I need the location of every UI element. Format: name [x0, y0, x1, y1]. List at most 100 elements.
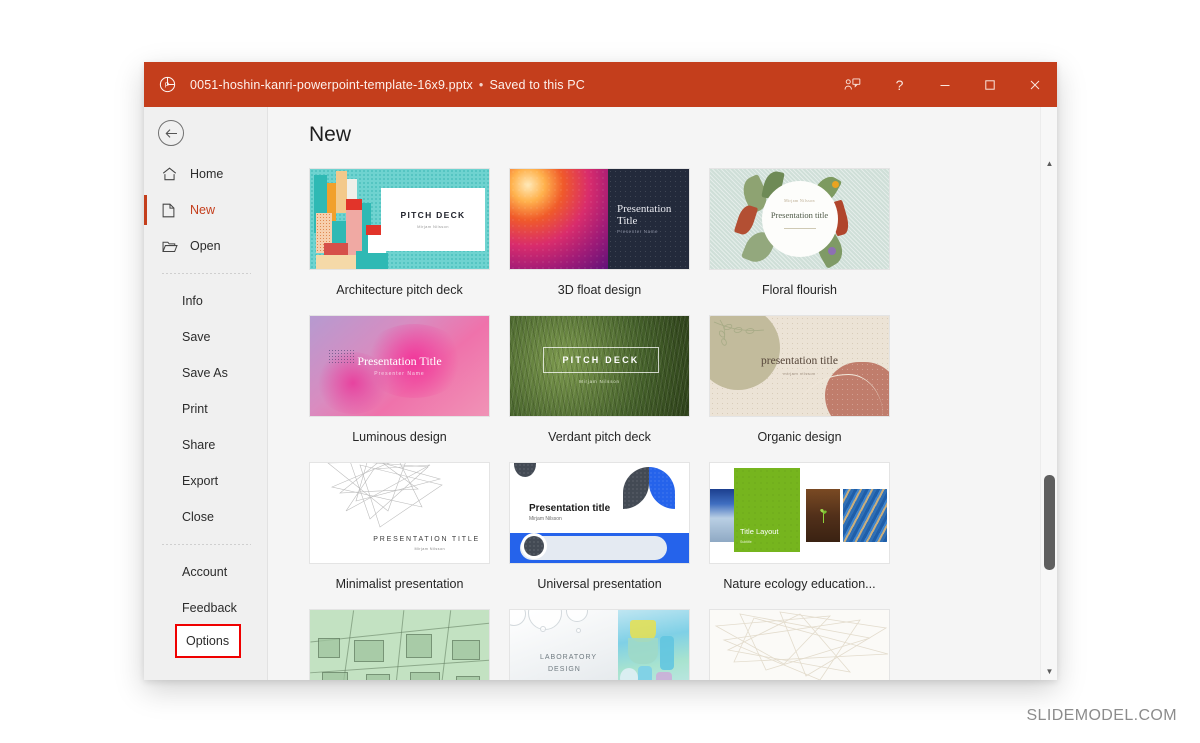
sidebar-item-feedback[interactable]: Feedback: [144, 590, 267, 626]
sidebar-item-print[interactable]: Print: [144, 391, 267, 427]
sidebar-divider-one: [162, 273, 251, 274]
sidebar-item-save[interactable]: Save: [144, 319, 267, 355]
sidebar-item-share-label: Share: [182, 438, 215, 452]
slide-title-line1: LABORATORY: [540, 654, 597, 661]
watermark: SLIDEMODEL.COM: [1026, 707, 1177, 725]
slide-title: Presentation Title: [617, 203, 689, 227]
powerpoint-logo-icon: P: [144, 62, 190, 107]
sidebar-item-home[interactable]: Home: [144, 156, 267, 192]
sidebar-item-close-label: Close: [182, 510, 214, 524]
template-thumbnail-luminous[interactable]: Presentation Title Presenter Name: [309, 315, 490, 417]
sidebar-item-info[interactable]: Info: [144, 283, 267, 319]
slide-title: Presentation Title: [310, 354, 489, 369]
svg-text:P: P: [164, 82, 169, 90]
slide-title: Title Layout: [740, 527, 779, 536]
template-card[interactable]: Presentation Title Presenter Name 3D flo…: [509, 168, 690, 315]
window-controls: ?: [827, 62, 1057, 107]
template-thumbnail-faint-lineart[interactable]: [709, 609, 890, 680]
template-thumbnail-minimalist[interactable]: PRESENTATION TITLE Mirjam Nilsson: [309, 462, 490, 564]
sidebar-divider-two: [162, 544, 251, 545]
template-thumbnail-organic[interactable]: presentation title mirjam nilsson: [709, 315, 890, 417]
scroll-down-arrow-icon[interactable]: ▼: [1041, 663, 1057, 680]
scroll-down-label: ▼: [1046, 667, 1054, 676]
sidebar-item-info-label: Info: [182, 294, 203, 308]
template-card[interactable]: PITCH DECK Mirjam Nilsson Verdant pitch …: [509, 315, 690, 462]
sidebar-item-new[interactable]: New: [144, 192, 267, 228]
slide-title: PRESENTATION TITLE: [373, 536, 480, 543]
vertical-scrollbar[interactable]: ▲ ▼: [1040, 107, 1057, 680]
template-thumbnail-verdant[interactable]: PITCH DECK Mirjam Nilsson: [509, 315, 690, 417]
template-card[interactable]: PITCH DECK Mirjam Nilsson Architecture p…: [309, 168, 490, 315]
template-card[interactable]: Presentation title Mirjam Nilsson Univer…: [509, 462, 690, 609]
new-document-icon: [162, 202, 182, 218]
slide-subtitle: Mirjam Nilsson: [762, 198, 838, 203]
template-grid: PITCH DECK Mirjam Nilsson Architecture p…: [309, 168, 1029, 680]
slide-subtitle: Mirjam Nilsson: [510, 379, 689, 384]
template-thumbnail-nature-ecology[interactable]: Title Layout Subtitle: [709, 462, 890, 564]
template-card[interactable]: presentation title mirjam nilsson Organi…: [709, 315, 890, 462]
slide-subtitle: Presenter Name: [310, 371, 489, 377]
slide-title: presentation title: [710, 355, 889, 367]
template-card[interactable]: Title Layout Subtitle Nature ecology edu…: [709, 462, 890, 609]
save-status: Saved to this PC: [489, 78, 585, 92]
template-name: Architecture pitch deck: [309, 283, 490, 297]
sidebar-item-options-label: Options: [186, 634, 229, 648]
template-card[interactable]: [709, 609, 890, 680]
back-arrow-icon[interactable]: [158, 120, 184, 146]
template-thumbnail-aerial-map[interactable]: [309, 609, 490, 680]
template-thumbnail-3d-float[interactable]: Presentation Title Presenter Name: [509, 168, 690, 270]
slide-subtitle: Subtitle: [740, 540, 752, 544]
sidebar-item-home-label: Home: [190, 167, 223, 181]
template-card[interactable]: LABORATORY DESIGN: [509, 609, 690, 680]
scroll-up-arrow-icon[interactable]: ▲: [1041, 155, 1057, 172]
template-thumbnail-floral[interactable]: Mirjam Nilsson Presentation title: [709, 168, 890, 270]
sidebar-item-account[interactable]: Account: [144, 554, 267, 590]
help-question-icon[interactable]: ?: [877, 62, 922, 107]
title-separator: •: [479, 78, 484, 92]
minimize-icon[interactable]: [922, 62, 967, 107]
scrollbar-thumb[interactable]: [1044, 475, 1055, 570]
sidebar-item-save-as[interactable]: Save As: [144, 355, 267, 391]
powerpoint-window: P 0051-hoshin-kanri-powerpoint-template-…: [144, 62, 1057, 680]
template-card[interactable]: Presentation Title Presenter Name Lumino…: [309, 315, 490, 462]
template-card[interactable]: [309, 609, 490, 680]
template-card[interactable]: Mirjam Nilsson Presentation title Floral…: [709, 168, 890, 315]
template-name: 3D float design: [509, 283, 690, 297]
sidebar-item-close[interactable]: Close: [144, 499, 267, 535]
sidebar-item-options[interactable]: Options: [177, 626, 239, 656]
title-bar: P 0051-hoshin-kanri-powerpoint-template-…: [144, 62, 1057, 107]
sidebar-item-export-label: Export: [182, 474, 218, 488]
sidebar-item-new-label: New: [190, 203, 215, 217]
template-thumbnail-laboratory[interactable]: LABORATORY DESIGN: [509, 609, 690, 680]
slide-title: Presentation title: [529, 503, 610, 514]
sidebar-item-account-label: Account: [182, 565, 227, 579]
screenshot-root: P 0051-hoshin-kanri-powerpoint-template-…: [0, 0, 1200, 743]
template-thumbnail-architecture[interactable]: PITCH DECK Mirjam Nilsson: [309, 168, 490, 270]
template-name: Minimalist presentation: [309, 577, 490, 591]
sidebar-item-share[interactable]: Share: [144, 427, 267, 463]
template-thumbnail-universal[interactable]: Presentation title Mirjam Nilsson: [509, 462, 690, 564]
slide-subtitle: Presenter Name: [617, 229, 658, 234]
template-card[interactable]: PRESENTATION TITLE Mirjam Nilsson Minima…: [309, 462, 490, 609]
template-name: Universal presentation: [509, 577, 690, 591]
slide-subtitle: Mirjam Nilsson: [417, 224, 449, 229]
sidebar-item-export[interactable]: Export: [144, 463, 267, 499]
sidebar-item-print-label: Print: [182, 402, 208, 416]
window-title: 0051-hoshin-kanri-powerpoint-template-16…: [190, 78, 585, 92]
template-name: Luminous design: [309, 430, 490, 444]
home-icon: [162, 166, 182, 182]
sidebar-item-save-label: Save: [182, 330, 211, 344]
share-person-icon[interactable]: [827, 62, 877, 107]
close-icon[interactable]: [1012, 62, 1057, 107]
sidebar-item-open-label: Open: [190, 239, 221, 253]
slide-subtitle: Mirjam Nilsson: [529, 516, 562, 522]
backstage-body: Home New: [144, 107, 1057, 680]
slide-title: PITCH DECK: [401, 210, 466, 220]
page-title: New: [268, 107, 1057, 147]
maximize-icon[interactable]: [967, 62, 1012, 107]
scroll-up-label: ▲: [1046, 159, 1054, 168]
document-filename: 0051-hoshin-kanri-powerpoint-template-16…: [190, 78, 473, 92]
sidebar-item-open[interactable]: Open: [144, 228, 267, 264]
template-name: Organic design: [709, 430, 890, 444]
scrollbar-track[interactable]: [1041, 172, 1057, 663]
